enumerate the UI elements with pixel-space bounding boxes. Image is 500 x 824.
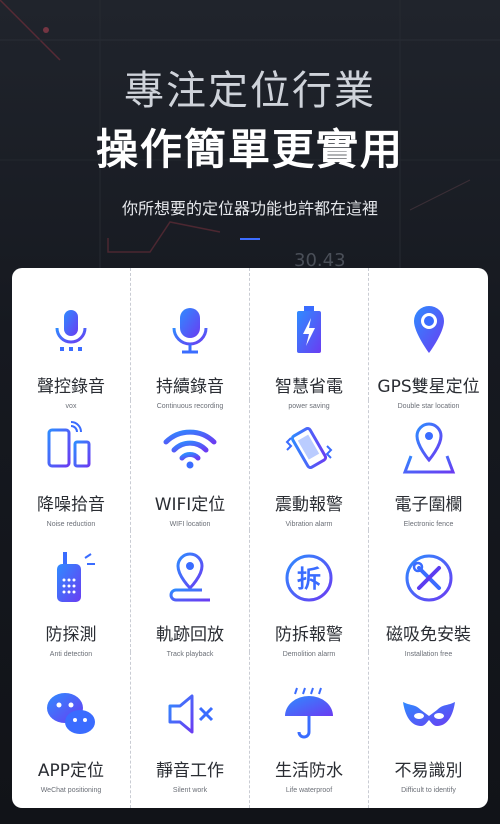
mute-icon bbox=[162, 686, 218, 742]
feature-continuous-recording: 持續錄音 Continuous recording bbox=[131, 268, 250, 410]
feature-label: GPS雙星定位 bbox=[377, 377, 480, 397]
feature-label: 生活防水 bbox=[275, 761, 343, 781]
voice-mic-icon bbox=[43, 302, 99, 358]
mask-icon bbox=[401, 686, 457, 742]
wechat-icon bbox=[43, 686, 99, 742]
feature-sublabel: Noise reduction bbox=[46, 521, 96, 528]
umbrella-icon bbox=[281, 686, 337, 742]
feature-label: APP定位 bbox=[37, 761, 105, 781]
tools-icon bbox=[401, 550, 457, 606]
feature-label: WIFI定位 bbox=[154, 495, 226, 515]
feature-demolition-alarm: 拆 防拆報警 Demolition alarm bbox=[250, 530, 369, 658]
feature-installation-free: 磁吸免安裝 Installation free bbox=[369, 530, 488, 658]
feature-label: 軌跡回放 bbox=[156, 625, 224, 645]
feature-anti-detection: 防探測 Anti detection bbox=[12, 530, 131, 658]
vibration-icon bbox=[281, 420, 337, 476]
accent-divider bbox=[240, 238, 260, 240]
microphone-icon bbox=[162, 302, 218, 358]
features-grid: 聲控錄音 vox 持續錄音 Continuous recording 智慧省電 … bbox=[12, 268, 488, 808]
feature-wifi-location: WIFI定位 WIFI location bbox=[131, 400, 250, 530]
feature-label: 持續錄音 bbox=[156, 377, 224, 397]
feature-label: 聲控錄音 bbox=[37, 377, 105, 397]
feature-label: 防探測 bbox=[45, 625, 97, 645]
hero-title-line2: 操作簡單更實用 bbox=[95, 125, 404, 174]
feature-electronic-fence: 電子圍欄 Electronic fence bbox=[369, 400, 488, 530]
feature-label: 降噪拾音 bbox=[37, 495, 105, 515]
track-pin-icon bbox=[162, 550, 218, 606]
features-card: 聲控錄音 vox 持續錄音 Continuous recording 智慧省電 … bbox=[12, 268, 488, 808]
feature-label: 靜音工作 bbox=[156, 761, 224, 781]
map-pin-icon bbox=[401, 420, 457, 476]
feature-label: 磁吸免安裝 bbox=[386, 625, 471, 645]
location-pin-icon bbox=[401, 302, 457, 358]
phones-icon bbox=[43, 420, 99, 476]
demolition-icon: 拆 bbox=[281, 550, 337, 606]
wifi-icon bbox=[162, 420, 218, 476]
svg-text:拆: 拆 bbox=[297, 565, 321, 593]
feature-vibration-alarm: 震動報警 Vibration alarm bbox=[250, 400, 369, 530]
feature-sublabel: WeChat positioning bbox=[40, 787, 102, 794]
hero-subtitle: 你所想要的定位器功能也許都在這裡 bbox=[121, 199, 378, 218]
hero-banner: 專注定位行業 操作簡單更實用 你所想要的定位器功能也許都在這裡 30.43 bbox=[0, 0, 500, 271]
walkie-talkie-icon bbox=[43, 550, 99, 606]
feature-silent-work: 靜音工作 Silent work bbox=[131, 652, 250, 808]
feature-label: 防拆報警 bbox=[275, 625, 343, 645]
feature-sublabel: Difficult to identify bbox=[401, 787, 456, 794]
feature-voice-recording: 聲控錄音 vox bbox=[12, 268, 131, 410]
feature-hard-to-identify: 不易識別 Difficult to identify bbox=[369, 652, 488, 808]
feature-label: 電子圍欄 bbox=[394, 495, 463, 515]
feature-gps-location: GPS雙星定位 Double star location bbox=[369, 268, 488, 410]
feature-noise-reduction: 降噪拾音 Noise reduction bbox=[12, 400, 131, 530]
feature-label: 智慧省電 bbox=[275, 377, 343, 397]
battery-icon bbox=[281, 302, 337, 358]
feature-label: 不易識別 bbox=[394, 761, 463, 781]
feature-power-saving: 智慧省電 power saving bbox=[250, 268, 369, 410]
feature-sublabel: Silent work bbox=[172, 787, 208, 794]
feature-sublabel: Vibration alarm bbox=[285, 521, 333, 528]
feature-sublabel: WIFI location bbox=[169, 521, 211, 528]
hero-title-line1: 專注定位行業 bbox=[124, 68, 376, 114]
feature-sublabel: Life waterproof bbox=[285, 787, 333, 794]
feature-app-location: APP定位 WeChat positioning bbox=[12, 652, 131, 808]
feature-waterproof: 生活防水 Life waterproof bbox=[250, 652, 369, 808]
feature-sublabel: Electronic fence bbox=[403, 521, 454, 528]
feature-label: 震動報警 bbox=[275, 495, 343, 515]
feature-track-playback: 軌跡回放 Track playback bbox=[131, 530, 250, 658]
